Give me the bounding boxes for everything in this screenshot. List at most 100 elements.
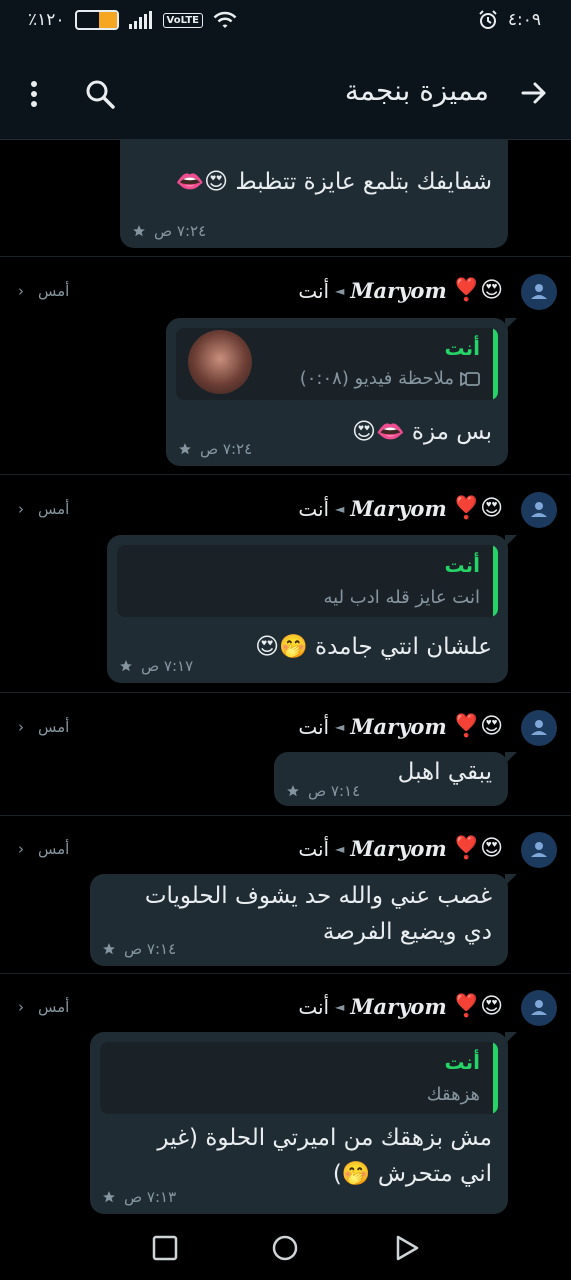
divider (0, 256, 571, 257)
chevron-left-icon: › (18, 282, 24, 300)
star-icon (179, 443, 191, 455)
avatar[interactable] (521, 492, 557, 528)
person-icon (531, 842, 547, 857)
status-bar: ٪١٢٠ VoLTE ٤:٠٩ (0, 0, 571, 44)
battery-fill (98, 12, 117, 28)
avatar[interactable] (521, 990, 557, 1026)
recents-square-icon[interactable] (150, 1233, 180, 1263)
message-date[interactable]: › أمس (18, 840, 69, 858)
sender-line: أنت ◄ Maryom ❣️😍 (298, 714, 503, 739)
page-title: مميزة بنجمة (344, 74, 489, 107)
message-date[interactable]: › أمس (18, 500, 69, 518)
search-icon[interactable] (84, 78, 116, 110)
sender-row: أنت ◄ Maryom ❣️😍 › أمس (0, 492, 571, 532)
quote-bar (493, 328, 498, 400)
message-text: علشان انتي جامدة 🤭😍 (255, 634, 492, 660)
more-vert-icon[interactable] (24, 80, 44, 108)
message-bubble[interactable]: غصب عني والله حد يشوف الحلويات دي ويضيع … (90, 874, 517, 966)
divider (0, 474, 571, 475)
star-icon (103, 943, 115, 955)
sender-line: أنت ◄ Maryom ❣️😍 (298, 836, 503, 861)
quote-author: أنت (444, 336, 480, 360)
message-bubble[interactable]: أنت انت عايز قله ادب ليه علشان انتي جامد… (107, 535, 517, 683)
quoted-message[interactable]: أنت هزهقك (100, 1042, 498, 1114)
date-label: أمس (38, 718, 70, 736)
divider (0, 692, 571, 693)
person-icon (531, 284, 547, 299)
quote-author: أنت (444, 553, 480, 577)
quote-bar (493, 545, 498, 617)
alarm-icon (479, 10, 497, 29)
avatar[interactable] (521, 832, 557, 868)
clock: ٤:٠٩ (507, 10, 541, 30)
sender-emoji: ❣️😍 (452, 495, 503, 521)
message-meta: ٧:٢٤ ص (178, 440, 252, 458)
message-time: ٧:١٧ ص (141, 657, 194, 675)
sender-name: Maryom (350, 496, 447, 521)
sender-emoji: ❣️😍 (452, 993, 503, 1019)
message-time: ٧:١٤ ص (124, 940, 177, 958)
home-circle-icon[interactable] (270, 1233, 300, 1263)
back-triangle-icon[interactable] (392, 1233, 422, 1263)
avatar[interactable] (521, 710, 557, 746)
starred-messages-list: شفايفك بتلمع عايزة تتظبط 😍👄 ٧:٢٤ ص أنت ◄… (0, 140, 571, 1215)
date-label: أمس (38, 500, 70, 518)
recipient-name: أنت (298, 994, 330, 1019)
sender-row: أنت ◄ Maryom ❣️😍 › أمس (0, 710, 571, 750)
message-date[interactable]: › أمس (18, 718, 69, 736)
chevron-left-icon: › (18, 500, 24, 518)
arrow-left-icon: ◄ (335, 841, 345, 856)
system-nav-bar (0, 1215, 571, 1280)
sender-name: Maryom (350, 994, 447, 1019)
message-text-line-1: غصب عني والله حد يشوف الحلويات (144, 883, 492, 909)
star-icon (287, 785, 299, 797)
chevron-left-icon: › (18, 998, 24, 1016)
date-label: أمس (38, 282, 70, 300)
sender-emoji: ❣️😍 (452, 277, 503, 303)
person-icon (531, 502, 547, 517)
sender-line: أنت ◄ Maryom ❣️😍 (298, 496, 503, 521)
battery-percent: ٪١٢٠ (28, 10, 65, 30)
arrow-left-icon: ◄ (335, 501, 345, 516)
arrow-left-icon: ◄ (335, 283, 345, 298)
chevron-left-icon: › (18, 840, 24, 858)
status-right: ٤:٠٩ (478, 10, 541, 30)
quoted-message[interactable]: أنت انت عايز قله ادب ليه (117, 545, 498, 617)
message-meta: ٧:١٣ ص (102, 1188, 176, 1206)
message-meta: ٧:١٧ ص (119, 657, 193, 675)
battery-icon (74, 10, 119, 30)
avatar[interactable] (521, 274, 557, 310)
sender-line: أنت ◄ Maryom ❣️😍 (298, 278, 503, 303)
message-bubble[interactable]: شفايفك بتلمع عايزة تتظبط 😍👄 ٧:٢٤ ص (120, 140, 508, 248)
arrow-left-icon: ◄ (335, 999, 345, 1014)
message-bubble[interactable]: أنت ملاحظة فيديو (٠:٠٨) بس مزة 👄😍 ٧:٢٤ ص (166, 318, 517, 466)
message-text-line-2: دي ويضيع الفرصة (322, 919, 492, 945)
sender-line: أنت ◄ Maryom ❣️😍 (298, 994, 503, 1019)
message-time: ٧:٢٤ ص (154, 222, 207, 240)
volte-badge: VoLTE (162, 12, 203, 28)
star-icon (103, 1191, 115, 1203)
message-bubble[interactable]: أنت هزهقك مش بزهقك من اميرتي الحلوة (غير… (90, 1032, 517, 1214)
message-date[interactable]: › أمس (18, 282, 69, 300)
message-bubble[interactable]: يبقي اهبل ٧:١٤ ص (274, 752, 517, 806)
message-time: ٧:١٤ ص (308, 782, 361, 800)
divider (0, 973, 571, 974)
message-date[interactable]: › أمس (18, 998, 69, 1016)
arrow-right-icon[interactable] (519, 78, 549, 108)
message-text-line-1: مش بزهقك من اميرتي الحلوة (غير (157, 1125, 492, 1151)
message-text: شفايفك بتلمع عايزة تتظبط 😍👄 (175, 169, 492, 195)
recipient-name: أنت (298, 278, 330, 303)
message-meta: ٧:٢٤ ص (132, 222, 206, 240)
app-header: مميزة بنجمة (0, 44, 571, 140)
quote-author: أنت (444, 1050, 480, 1074)
video-icon (460, 371, 480, 386)
sender-name: Maryom (350, 278, 447, 303)
quoted-message[interactable]: أنت ملاحظة فيديو (٠:٠٨) (176, 328, 498, 400)
message-text: بس مزة 👄😍 (351, 419, 492, 445)
sender-name: Maryom (350, 714, 447, 739)
date-label: أمس (38, 998, 70, 1016)
status-left: ٪١٢٠ VoLTE (28, 10, 237, 30)
sender-row: أنت ◄ Maryom ❣️😍 › أمس (0, 990, 571, 1030)
message-meta: ٧:١٤ ص (286, 782, 360, 800)
recipient-name: أنت (298, 496, 330, 521)
